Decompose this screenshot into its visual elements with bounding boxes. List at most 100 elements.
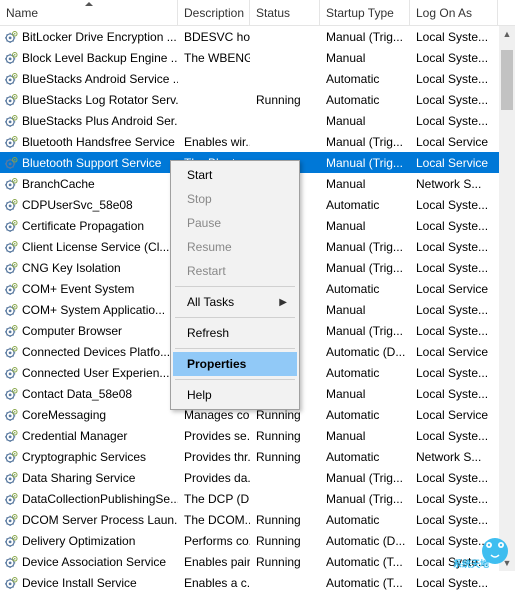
service-name-cell: Connected User Experien... — [0, 362, 178, 383]
gear-icon — [4, 177, 18, 191]
service-status-cell — [250, 110, 320, 131]
service-status-cell — [250, 68, 320, 89]
service-status-cell — [250, 47, 320, 68]
service-startup-cell: Manual — [320, 425, 410, 446]
service-name-cell: Delivery Optimization — [0, 530, 178, 551]
gear-icon — [4, 345, 18, 359]
service-row[interactable]: Device Install ServiceEnables a c...Auto… — [0, 572, 515, 593]
service-name-label: BlueStacks Log Rotator Serv... — [22, 93, 178, 107]
service-row[interactable]: BlueStacks Android Service ...AutomaticL… — [0, 68, 515, 89]
service-logon-cell: Local Syste... — [410, 551, 498, 572]
service-status-cell: Running — [250, 89, 320, 110]
menu-item-resume[interactable]: Resume — [173, 235, 297, 259]
service-logon-cell: Local Service — [410, 131, 498, 152]
service-logon-cell: Local Syste... — [410, 110, 498, 131]
menu-separator — [175, 286, 295, 287]
menu-item-stop[interactable]: Stop — [173, 187, 297, 211]
column-header-description[interactable]: Description — [178, 0, 250, 25]
gear-icon — [4, 429, 18, 443]
gear-icon — [4, 219, 18, 233]
service-name-label: Certificate Propagation — [22, 219, 144, 233]
service-name-cell: Device Association Service — [0, 551, 178, 572]
service-name-cell: Credential Manager — [0, 425, 178, 446]
service-row[interactable]: DCOM Server Process Laun...The DCOM...Ru… — [0, 509, 515, 530]
service-name-label: Computer Browser — [22, 324, 122, 338]
gear-icon — [4, 198, 18, 212]
menu-item-all-tasks[interactable]: All Tasks▶ — [173, 290, 297, 314]
service-name-label: Credential Manager — [22, 429, 127, 443]
service-name-cell: Cryptographic Services — [0, 446, 178, 467]
service-startup-cell: Automatic (D... — [320, 341, 410, 362]
service-logon-cell: Local Syste... — [410, 530, 498, 551]
service-description-cell: Provides se... — [178, 425, 250, 446]
service-row[interactable]: Credential ManagerProvides se...RunningM… — [0, 425, 515, 446]
service-startup-cell: Manual (Trig... — [320, 467, 410, 488]
menu-item-refresh[interactable]: Refresh — [173, 321, 297, 345]
service-description-cell: The DCOM... — [178, 509, 250, 530]
menu-item-properties[interactable]: Properties — [173, 352, 297, 376]
service-name-label: DataCollectionPublishingSe... — [22, 492, 178, 506]
service-name-cell: BlueStacks Plus Android Ser... — [0, 110, 178, 131]
service-name-cell: DataCollectionPublishingSe... — [0, 488, 178, 509]
service-description-cell: Performs co... — [178, 530, 250, 551]
gear-icon — [4, 93, 18, 107]
service-name-cell: CDPUserSvc_58e08 — [0, 194, 178, 215]
column-header-status[interactable]: Status — [250, 0, 320, 25]
service-logon-cell: Local Service — [410, 404, 498, 425]
service-startup-cell: Automatic — [320, 404, 410, 425]
service-logon-cell: Local Syste... — [410, 299, 498, 320]
scrollbar-up-button[interactable]: ▲ — [499, 26, 515, 42]
scrollbar-thumb[interactable] — [501, 50, 513, 110]
column-header-log-on-as[interactable]: Log On As — [410, 0, 498, 25]
column-header-startup-type[interactable]: Startup Type — [320, 0, 410, 25]
service-status-cell: Running — [250, 530, 320, 551]
service-name-label: Device Association Service — [22, 555, 166, 569]
service-name-label: Contact Data_58e08 — [22, 387, 132, 401]
menu-item-help[interactable]: Help — [173, 383, 297, 407]
service-status-cell: Running — [250, 509, 320, 530]
vertical-scrollbar[interactable]: ▲ ▼ — [499, 26, 515, 571]
menu-item-start[interactable]: Start — [173, 163, 297, 187]
service-logon-cell: Local Syste... — [410, 383, 498, 404]
service-logon-cell: Local Service — [410, 341, 498, 362]
service-name-cell: Connected Devices Platfo... — [0, 341, 178, 362]
gear-icon — [4, 492, 18, 506]
service-row[interactable]: BlueStacks Log Rotator Serv...RunningAut… — [0, 89, 515, 110]
menu-item-restart[interactable]: Restart — [173, 259, 297, 283]
service-name-label: Client License Service (Cl... — [22, 240, 169, 254]
gear-icon — [4, 114, 18, 128]
service-status-cell — [250, 26, 320, 47]
service-row[interactable]: Device Association ServiceEnables pair..… — [0, 551, 515, 572]
service-row[interactable]: BitLocker Drive Encryption ...BDESVC hos… — [0, 26, 515, 47]
service-row[interactable]: BlueStacks Plus Android Ser...ManualLoca… — [0, 110, 515, 131]
gear-icon — [4, 534, 18, 548]
service-row[interactable]: Data Sharing ServiceProvides da...Manual… — [0, 467, 515, 488]
service-name-label: COM+ Event System — [22, 282, 134, 296]
service-logon-cell: Local Syste... — [410, 68, 498, 89]
service-row[interactable]: Bluetooth Handsfree ServiceEnables wir..… — [0, 131, 515, 152]
service-description-cell: Enables wir... — [178, 131, 250, 152]
service-logon-cell: Local Syste... — [410, 26, 498, 47]
service-startup-cell: Manual (Trig... — [320, 236, 410, 257]
service-row[interactable]: Block Level Backup Engine ...The WBENG..… — [0, 47, 515, 68]
service-description-cell — [178, 110, 250, 131]
service-startup-cell: Manual — [320, 383, 410, 404]
service-row[interactable]: DataCollectionPublishingSe...The DCP (D.… — [0, 488, 515, 509]
service-status-cell — [250, 572, 320, 593]
service-row[interactable]: Cryptographic ServicesProvides thr...Run… — [0, 446, 515, 467]
service-status-cell: Running — [250, 551, 320, 572]
service-name-label: Connected User Experien... — [22, 366, 169, 380]
gear-icon — [4, 576, 18, 590]
menu-separator — [175, 348, 295, 349]
service-logon-cell: Local Syste... — [410, 215, 498, 236]
service-name-cell: BlueStacks Log Rotator Serv... — [0, 89, 178, 110]
service-startup-cell: Automatic — [320, 194, 410, 215]
gear-icon — [4, 387, 18, 401]
column-header-name[interactable]: Name — [0, 0, 178, 25]
scrollbar-down-button[interactable]: ▼ — [499, 555, 515, 571]
service-row[interactable]: Delivery OptimizationPerforms co...Runni… — [0, 530, 515, 551]
gear-icon — [4, 471, 18, 485]
menu-separator — [175, 379, 295, 380]
service-startup-cell: Manual (Trig... — [320, 257, 410, 278]
menu-item-pause[interactable]: Pause — [173, 211, 297, 235]
